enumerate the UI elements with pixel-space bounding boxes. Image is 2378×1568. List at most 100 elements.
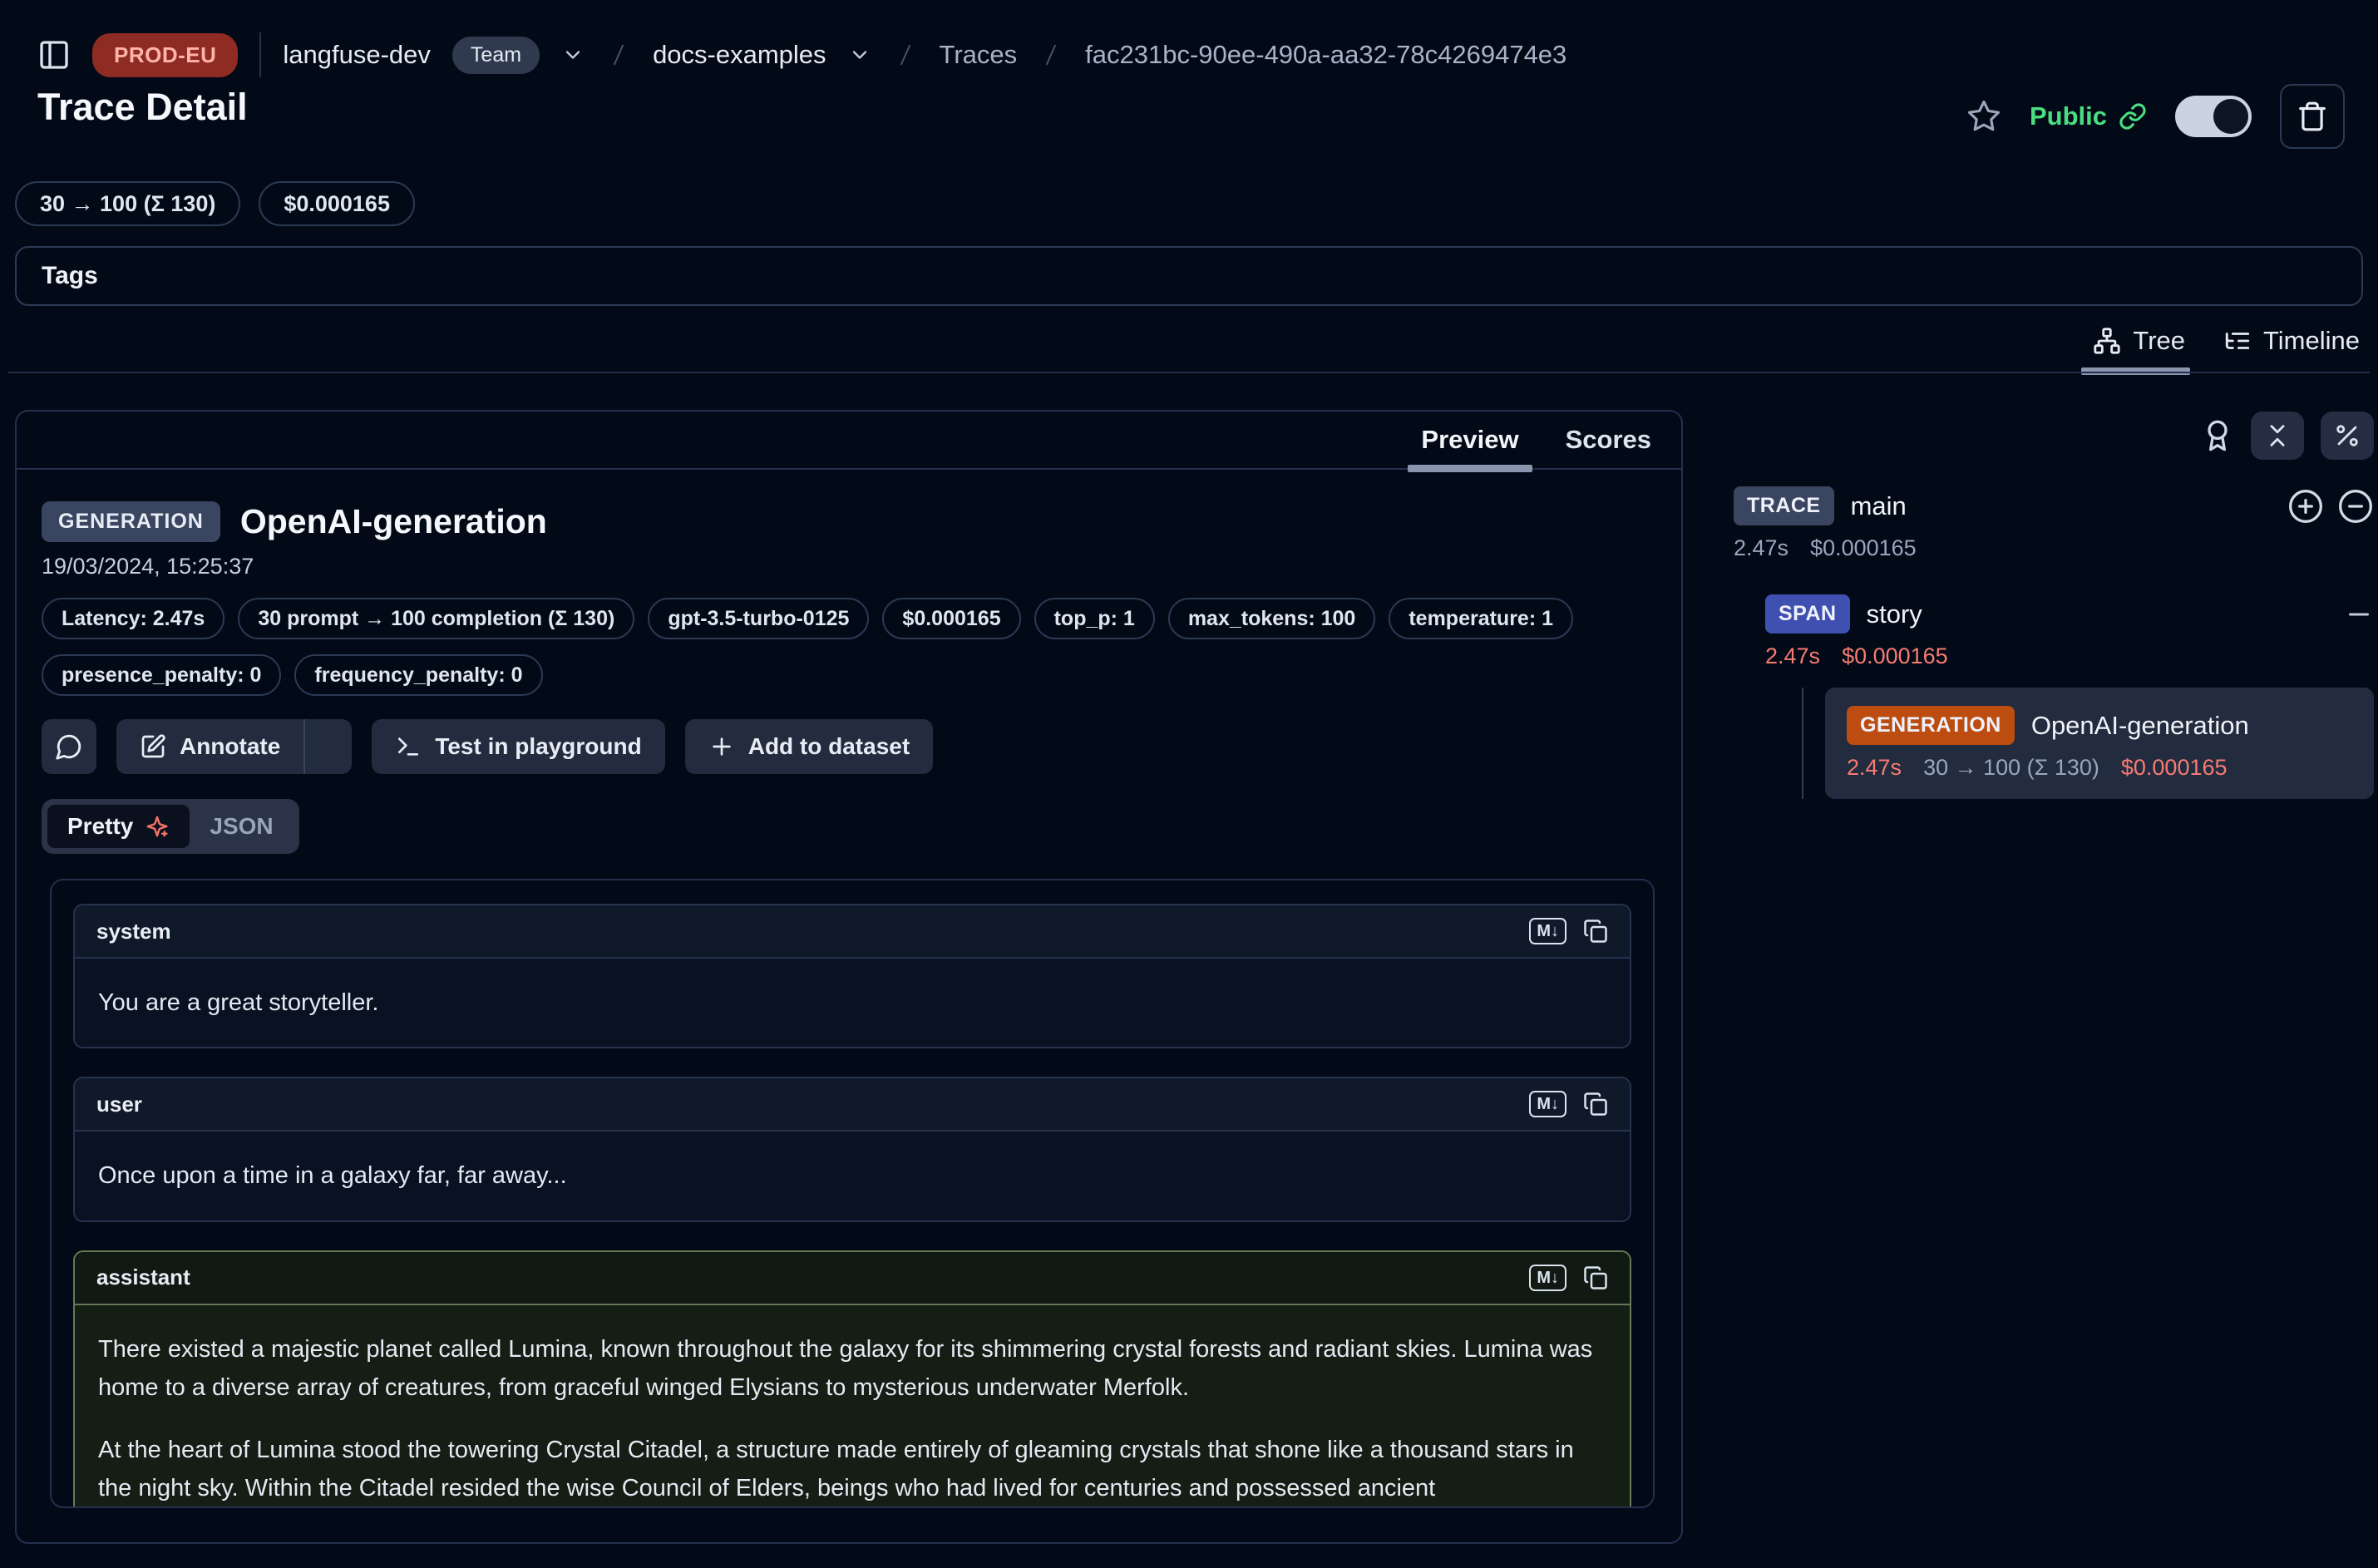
messages-container: system M↓ You are a great storyteller. u… — [50, 879, 1655, 1508]
collapse-all-button[interactable] — [2251, 412, 2304, 460]
trace-name: main — [1851, 491, 1907, 521]
message-header-icons: M↓ — [1529, 918, 1608, 944]
environment-badge[interactable]: PROD-EU — [92, 33, 238, 77]
tab-preview[interactable]: Preview — [1421, 411, 1518, 469]
tab-scores-label: Scores — [1566, 425, 1651, 455]
span-metrics: 2.47s $0.000165 — [1765, 643, 2374, 669]
public-link[interactable]: Public — [2030, 101, 2147, 131]
message-role: assistant — [96, 1265, 190, 1290]
actions-row: Annotate Test in playground Add to datas… — [42, 719, 1656, 774]
generation-latency: 2.47s — [1847, 755, 1902, 781]
toggle-knob — [2213, 99, 2248, 134]
observation-type-badge: GENERATION — [42, 501, 220, 542]
collapse-node-icon[interactable] — [2344, 599, 2374, 629]
page-title: Trace Detail — [37, 86, 248, 129]
terminal-icon — [395, 733, 422, 760]
breadcrumb-project[interactable]: docs-examples — [653, 40, 826, 70]
span-latency: 2.47s — [1765, 643, 1820, 669]
generation-name: OpenAI-generation — [2031, 711, 2249, 741]
format-json-segment[interactable]: JSON — [190, 805, 293, 848]
max-tokens-badge[interactable]: max_tokens: 100 — [1168, 598, 1376, 639]
add-to-dataset-button[interactable]: Add to dataset — [685, 719, 933, 774]
comment-button[interactable] — [42, 719, 96, 774]
message-card-system: system M↓ You are a great storyteller. — [73, 904, 1631, 1048]
copy-icon[interactable] — [1583, 919, 1608, 944]
link-icon — [2119, 102, 2147, 131]
sidebar-toggle-icon[interactable] — [37, 38, 71, 71]
top-p-badge[interactable]: top_p: 1 — [1034, 598, 1155, 639]
generation-type-badge: GENERATION — [1847, 706, 2015, 745]
org-chevron-down-icon[interactable] — [561, 43, 585, 67]
message-header: system M↓ — [75, 905, 1630, 959]
tree-node-trace[interactable]: TRACE main — [1734, 486, 2374, 525]
model-badge[interactable]: gpt-3.5-turbo-0125 — [648, 598, 869, 639]
observation-panel: Preview Scores GENERATION OpenAI-generat… — [15, 410, 1683, 1544]
breadcrumb-org[interactable]: langfuse-dev — [283, 40, 431, 70]
markdown-toggle-icon[interactable]: M↓ — [1529, 1265, 1566, 1291]
format-toggle: Pretty JSON — [42, 799, 299, 854]
test-in-playground-button[interactable]: Test in playground — [372, 719, 664, 774]
trace-tree-panel: TRACE main 2.47s $0.000165 SPAN story 2 — [1734, 410, 2374, 799]
span-name: story — [1867, 599, 1922, 629]
minus-circle-icon[interactable] — [2337, 488, 2374, 525]
generation-tokens: 30 → 100 (Σ 130) — [1923, 755, 2099, 781]
tab-timeline[interactable]: Timeline — [2223, 326, 2360, 371]
markdown-toggle-icon[interactable]: M↓ — [1529, 918, 1566, 944]
observation-timestamp: 19/03/2024, 15:25:37 — [42, 554, 1656, 579]
copy-icon[interactable] — [1583, 1265, 1608, 1290]
star-icon[interactable] — [1966, 99, 2001, 134]
presence-penalty-badge[interactable]: presence_penalty: 0 — [42, 654, 281, 696]
tab-tree-label: Tree — [2133, 326, 2185, 356]
tab-timeline-label: Timeline — [2263, 326, 2360, 356]
project-chevron-down-icon[interactable] — [848, 43, 871, 67]
annotate-dropdown-button[interactable] — [303, 719, 352, 774]
tab-tree[interactable]: Tree — [2093, 326, 2185, 371]
token-usage-badge[interactable]: 30 → 100 (Σ 130) — [15, 181, 240, 226]
format-pretty-segment[interactable]: Pretty — [47, 805, 190, 848]
message-text: You are a great storyteller. — [98, 984, 1606, 1022]
chevrons-collapse-icon — [2263, 422, 2292, 450]
public-toggle[interactable] — [2175, 96, 2252, 137]
latency-badge[interactable]: Latency: 2.47s — [42, 598, 224, 639]
message-body: You are a great storyteller. — [75, 959, 1630, 1047]
delete-trace-button[interactable] — [2280, 84, 2345, 149]
token-badge[interactable]: 30 prompt → 100 completion (Σ 130) — [238, 598, 634, 639]
markdown-toggle-icon[interactable]: M↓ — [1529, 1091, 1566, 1117]
copy-icon[interactable] — [1583, 1092, 1608, 1117]
plus-circle-icon[interactable] — [2287, 488, 2324, 525]
json-label: JSON — [210, 813, 273, 840]
metrics-toggle-button[interactable] — [2321, 412, 2374, 460]
tab-scores[interactable]: Scores — [1566, 411, 1651, 469]
observation-header: GENERATION OpenAI-generation — [42, 501, 1656, 542]
generation-cost: $0.000165 — [2121, 755, 2228, 781]
trace-latency: 2.47s — [1734, 535, 1788, 561]
meta-badges-row-2: presence_penalty: 0 frequency_penalty: 0 — [42, 654, 1656, 696]
breadcrumb-section[interactable]: Traces — [940, 40, 1018, 70]
tree-node-span[interactable]: SPAN story — [1765, 594, 2374, 634]
frequency-penalty-badge[interactable]: frequency_penalty: 0 — [294, 654, 542, 696]
annotate-label: Annotate — [180, 733, 280, 760]
timeline-icon — [2223, 327, 2252, 355]
breadcrumb-slash-icon — [1039, 41, 1063, 69]
tags-container[interactable]: Tags — [15, 246, 2363, 306]
award-icon[interactable] — [2201, 419, 2234, 452]
trace-type-badge: TRACE — [1734, 486, 1834, 525]
span-cost: $0.000165 — [1842, 643, 1948, 669]
cost-badge[interactable]: $0.000165 — [882, 598, 1020, 639]
breadcrumb-slash-icon — [893, 41, 918, 69]
message-text: Once upon a time in a galaxy far, far aw… — [98, 1156, 1606, 1195]
sparkles-icon — [145, 814, 170, 839]
org-type-badge: Team — [452, 37, 540, 74]
tree-node-generation-selected[interactable]: GENERATION OpenAI-generation 2.47s 30 → … — [1825, 688, 2374, 799]
annotate-button[interactable]: Annotate — [116, 719, 303, 774]
total-cost-badge[interactable]: $0.000165 — [259, 181, 415, 226]
tree-toolbar — [1734, 410, 2374, 461]
summary-pills: 30 → 100 (Σ 130) $0.000165 — [15, 181, 415, 226]
pretty-label: Pretty — [67, 813, 133, 840]
generation-metrics: 2.47s 30 → 100 (Σ 130) $0.000165 — [1847, 755, 2352, 781]
temperature-badge[interactable]: temperature: 1 — [1389, 598, 1573, 639]
annotate-split-button: Annotate — [116, 719, 352, 774]
tags-label: Tags — [42, 262, 98, 290]
message-card-assistant: assistant M↓ There existed a majestic pl… — [73, 1250, 1631, 1508]
tree-zoom-controls — [2287, 488, 2374, 525]
